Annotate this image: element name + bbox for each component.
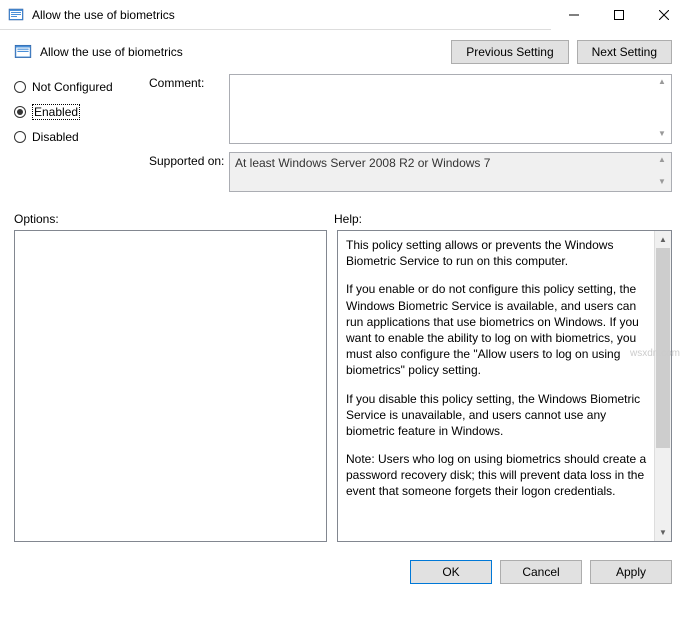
titlebar: Allow the use of biometrics <box>0 0 686 30</box>
supported-scroll: ▲ ▼ <box>654 154 670 190</box>
window-title: Allow the use of biometrics <box>32 8 551 22</box>
apply-button[interactable]: Apply <box>590 560 672 584</box>
supported-value: At least Windows Server 2008 R2 or Windo… <box>235 156 490 170</box>
supported-row: Supported on: At least Windows Server 20… <box>149 152 672 192</box>
policy-icon <box>14 43 32 61</box>
radio-icon <box>14 81 26 93</box>
nav-buttons: Previous Setting Next Setting <box>451 40 672 64</box>
split-area: This policy setting allows or prevents t… <box>0 230 686 550</box>
config-area: Not Configured Enabled Disabled Comment:… <box>0 74 686 208</box>
previous-setting-button[interactable]: Previous Setting <box>451 40 568 64</box>
watermark: wsxdn.com <box>630 348 680 359</box>
help-label: Help: <box>334 212 672 226</box>
options-label: Options: <box>14 212 324 226</box>
comment-input[interactable]: ▲ ▼ <box>229 74 672 144</box>
app-icon <box>8 7 24 23</box>
help-paragraph: If you disable this policy setting, the … <box>346 391 647 440</box>
fields: Comment: ▲ ▼ Supported on: At least Wind… <box>149 74 672 200</box>
help-scrollbar[interactable]: ▲ ▼ <box>654 231 671 541</box>
radio-label: Not Configured <box>32 80 113 94</box>
radio-icon <box>14 106 26 118</box>
help-paragraph: If you enable or do not configure this p… <box>346 281 647 378</box>
radio-disabled[interactable]: Disabled <box>14 130 129 144</box>
scroll-down-icon[interactable]: ▼ <box>654 128 670 142</box>
next-setting-button[interactable]: Next Setting <box>577 40 672 64</box>
comment-label: Comment: <box>149 74 229 144</box>
header: Allow the use of biometrics Previous Set… <box>0 30 686 74</box>
help-paragraph: Note: Users who log on using biometrics … <box>346 451 647 500</box>
options-panel <box>14 230 327 542</box>
help-panel: This policy setting allows or prevents t… <box>337 230 672 542</box>
scroll-up-icon[interactable]: ▲ <box>654 154 670 168</box>
radio-enabled[interactable]: Enabled <box>14 104 129 120</box>
radio-label: Enabled <box>32 104 80 120</box>
scroll-down-icon[interactable]: ▼ <box>655 524 671 541</box>
help-paragraph: This policy setting allows or prevents t… <box>346 237 647 269</box>
radio-label: Disabled <box>32 130 79 144</box>
cancel-button[interactable]: Cancel <box>500 560 582 584</box>
supported-label: Supported on: <box>149 152 229 192</box>
minimize-button[interactable] <box>551 0 596 30</box>
radio-icon <box>14 131 26 143</box>
close-button[interactable] <box>641 0 686 30</box>
state-radio-group: Not Configured Enabled Disabled <box>14 74 129 200</box>
scroll-up-icon[interactable]: ▲ <box>655 231 671 248</box>
scroll-up-icon[interactable]: ▲ <box>654 76 670 90</box>
supported-on-display: At least Windows Server 2008 R2 or Windo… <box>229 152 672 192</box>
ok-button[interactable]: OK <box>410 560 492 584</box>
window-controls <box>551 0 686 30</box>
help-content: This policy setting allows or prevents t… <box>346 237 665 500</box>
footer: OK Cancel Apply <box>0 550 686 594</box>
comment-row: Comment: ▲ ▼ <box>149 74 672 144</box>
maximize-button[interactable] <box>596 0 641 30</box>
scroll-down-icon[interactable]: ▼ <box>654 176 670 190</box>
radio-not-configured[interactable]: Not Configured <box>14 80 129 94</box>
comment-scroll: ▲ ▼ <box>654 76 670 142</box>
page-title: Allow the use of biometrics <box>40 45 451 59</box>
split-labels: Options: Help: <box>0 208 686 230</box>
